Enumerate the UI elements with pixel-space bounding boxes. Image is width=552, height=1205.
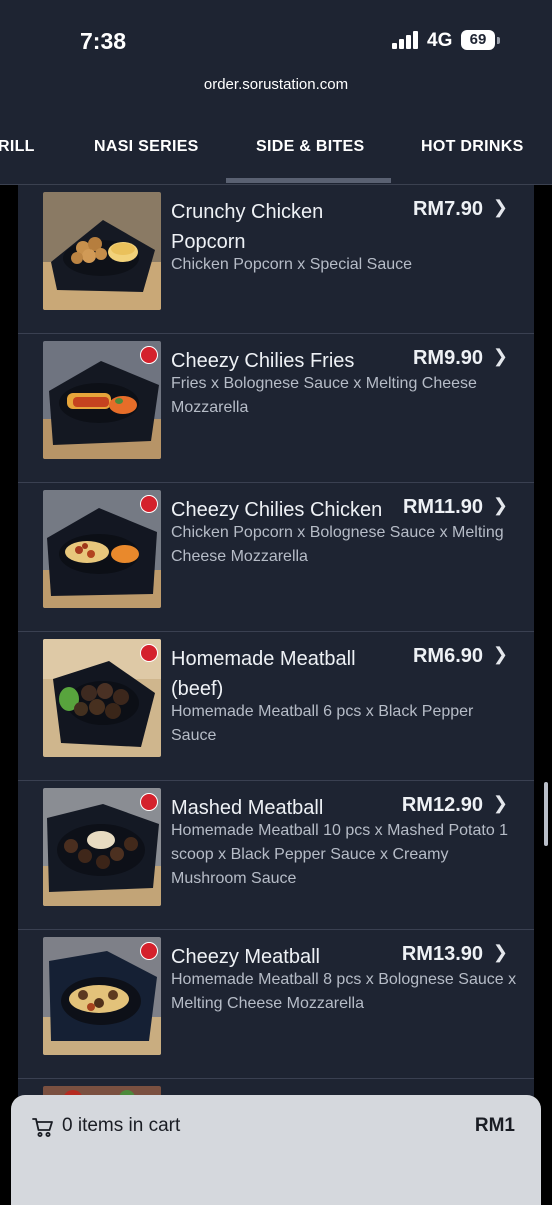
item-image	[43, 341, 161, 459]
menu-list: Crunchy Chicken Popcorn RM7.90 ❯ Chicken…	[18, 185, 534, 1200]
scroll-indicator[interactable]	[544, 782, 548, 846]
cart-total: RM1	[474, 1115, 515, 1136]
item-image	[43, 192, 161, 310]
tab-grill[interactable]: RILL	[0, 138, 35, 156]
item-image	[43, 937, 161, 1055]
menu-item[interactable]: Cheezy Chilies Chicken RM11.90 ❯ Chicken…	[18, 483, 534, 632]
chevron-right-icon[interactable]: ❯	[493, 793, 508, 814]
halal-badge-icon	[140, 495, 158, 513]
item-price: RM9.90	[412, 347, 483, 369]
status-bar: 7:38 4G 69	[0, 0, 552, 70]
halal-badge-icon	[140, 644, 158, 662]
url-text[interactable]: order.sorustation.com	[0, 76, 552, 93]
item-description: Chicken Popcorn x Bolognese Sauce x Melt…	[171, 524, 504, 565]
item-price: RM6.90	[412, 645, 483, 667]
category-tabs: RILL NASI SERIES SIDE & BITES HOT DRINKS	[0, 115, 552, 185]
item-price: RM12.90	[401, 794, 483, 816]
chevron-right-icon[interactable]: ❯	[493, 495, 508, 516]
chevron-right-icon[interactable]: ❯	[493, 942, 508, 963]
item-price: RM13.90	[401, 943, 483, 965]
item-name: Homemade Meatball (beef)	[171, 648, 356, 700]
cart-count-label: 0 items in cart	[62, 1115, 181, 1136]
halal-badge-icon	[140, 793, 158, 811]
status-time: 7:38	[80, 28, 127, 54]
halal-badge-icon	[140, 346, 158, 364]
item-description: Fries x Bolognese Sauce x Melting Cheese…	[171, 375, 477, 416]
item-price: RM11.90	[402, 496, 483, 518]
item-image	[43, 639, 161, 757]
signal-icon	[392, 31, 420, 49]
menu-item[interactable]: Cheezy Chilies Fries RM9.90 ❯ Fries x Bo…	[18, 334, 534, 483]
item-description: Homemade Meatball 8 pcs x Bolognese Sauc…	[171, 971, 517, 1012]
url-bar[interactable]: order.sorustation.com	[0, 70, 552, 115]
network-type: 4G	[427, 30, 453, 51]
item-description: Homemade Meatball 10 pcs x Mashed Potato…	[171, 822, 509, 887]
menu-item[interactable]: Crunchy Chicken Popcorn RM7.90 ❯ Chicken…	[18, 185, 534, 334]
menu-item[interactable]: Homemade Meatball (beef) RM6.90 ❯ Homema…	[18, 632, 534, 781]
menu-item[interactable]: Mashed Meatball RM12.90 ❯ Homemade Meatb…	[18, 781, 534, 930]
cart-bar[interactable]: 0 items in cart RM1	[11, 1095, 541, 1205]
active-tab-indicator	[226, 178, 391, 183]
tab-nasi-series[interactable]: NASI SERIES	[94, 138, 199, 156]
item-image	[43, 490, 161, 608]
item-description: Chicken Popcorn x Special Sauce	[171, 256, 413, 273]
chevron-right-icon[interactable]: ❯	[493, 644, 508, 665]
chevron-right-icon[interactable]: ❯	[493, 346, 508, 367]
menu-item[interactable]: Cheezy Meatball RM13.90 ❯ Homemade Meatb…	[18, 930, 534, 1079]
item-price: RM7.90	[412, 198, 483, 220]
item-name: Crunchy Chicken Popcorn	[171, 201, 324, 253]
tab-hot-drinks[interactable]: HOT DRINKS	[421, 138, 524, 156]
battery-icon: 69	[461, 30, 495, 50]
battery-tip	[497, 37, 500, 44]
item-description: Homemade Meatball 6 pcs x Black Pepper S…	[171, 703, 474, 744]
chevron-right-icon[interactable]: ❯	[493, 197, 508, 218]
shopping-cart-icon	[31, 1115, 55, 1139]
item-image	[43, 788, 161, 906]
halal-badge-icon	[140, 942, 158, 960]
tab-side-bites[interactable]: SIDE & BITES	[256, 138, 365, 156]
